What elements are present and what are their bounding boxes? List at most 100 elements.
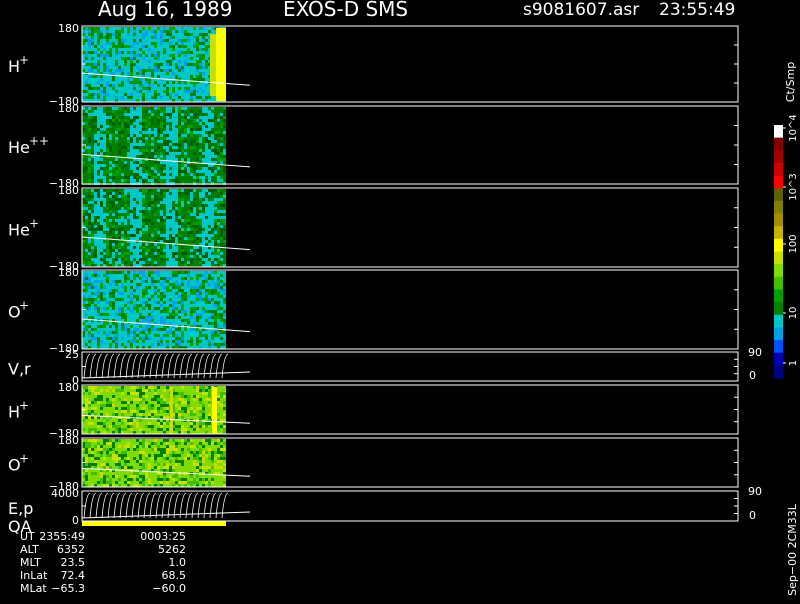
- spectrogram-cell: [157, 128, 160, 131]
- spectrogram-cell: [193, 210, 196, 213]
- spectrogram-cell: [205, 33, 208, 36]
- spectrogram-cell: [220, 195, 223, 198]
- spectrogram-cell: [160, 143, 163, 146]
- spectrogram-cell: [124, 39, 127, 42]
- spectrogram-cell: [154, 258, 157, 261]
- spectrogram-cell: [115, 240, 118, 243]
- spectrogram-cell: [163, 261, 166, 264]
- spectrogram-cell: [124, 189, 127, 192]
- spectrogram-cell: [190, 216, 193, 219]
- spectrogram-cell: [121, 122, 124, 125]
- spectrogram-cell: [214, 110, 217, 113]
- spectrogram-cell: [160, 337, 163, 340]
- spectrogram-cell: [157, 213, 160, 216]
- spectrogram-cell: [145, 27, 148, 30]
- spectrogram-cell: [181, 167, 184, 170]
- spectrogram-cell: [133, 125, 136, 128]
- spectrogram-cell: [118, 161, 121, 164]
- spectrogram-cell: [121, 337, 124, 340]
- spectrogram-cell: [85, 189, 88, 192]
- spectrogram-cell: [130, 84, 133, 87]
- spectrogram-cell: [211, 331, 214, 334]
- spectrogram-cell: [145, 33, 148, 36]
- spectrogram-cell: [103, 60, 106, 63]
- spectrogram-cell: [199, 116, 202, 119]
- spectrogram-cell: [181, 240, 184, 243]
- spectrogram-cell: [169, 66, 172, 69]
- spectrogram-cell: [196, 164, 199, 167]
- spectrogram-cell: [97, 201, 100, 204]
- spectrogram-cell: [190, 39, 193, 42]
- spectrogram-cell: [178, 189, 181, 192]
- spectrogram-cell: [190, 33, 193, 36]
- spectrogram-cell: [136, 57, 139, 60]
- spectrogram-cell: [199, 167, 202, 170]
- spectrogram-cell: [184, 152, 187, 155]
- spectrogram-cell: [181, 48, 184, 51]
- spectrogram-cell: [220, 319, 223, 322]
- spectrogram-cell: [193, 60, 196, 63]
- spectrogram-cell: [145, 39, 148, 42]
- spectrogram-cell: [214, 304, 217, 307]
- spectrogram-cell: [100, 167, 103, 170]
- spectrogram-cell: [124, 173, 127, 176]
- spectrogram-cell: [94, 152, 97, 155]
- spectrogram-cell: [187, 219, 190, 222]
- spectrogram-cell: [94, 149, 97, 152]
- spectrogram-cell: [154, 48, 157, 51]
- spectrogram-cell: [178, 107, 181, 110]
- spectrogram-cell: [172, 158, 175, 161]
- spectrogram-cell: [160, 57, 163, 60]
- spectrogram-cell: [199, 33, 202, 36]
- spectrogram-cell: [91, 304, 94, 307]
- spectrogram-cell: [106, 78, 109, 81]
- spectrogram-cell: [175, 45, 178, 48]
- spectrogram-cell: [118, 225, 121, 228]
- spectrogram-cell: [220, 170, 223, 173]
- spectrogram-cell: [112, 331, 115, 334]
- spectrogram-cell: [148, 249, 151, 252]
- spectrogram-cell: [130, 252, 133, 255]
- spectrogram-cell: [133, 87, 136, 90]
- spectrogram-cell: [169, 143, 172, 146]
- spectrogram-cell: [109, 78, 112, 81]
- spectrogram-cell: [145, 128, 148, 131]
- spectrogram-cell: [187, 274, 190, 277]
- spectrogram-cell: [196, 87, 199, 90]
- spectrogram-cell: [196, 213, 199, 216]
- spectrogram-cell: [103, 204, 106, 207]
- spectrogram-cell: [178, 158, 181, 161]
- spectrogram-cell: [121, 116, 124, 119]
- spectrogram-cell: [121, 286, 124, 289]
- spectrogram-cell: [196, 113, 199, 116]
- spectrogram-cell: [184, 292, 187, 295]
- spectrogram-cell: [91, 158, 94, 161]
- spectrogram-cell: [160, 210, 163, 213]
- spectrogram-cell: [109, 149, 112, 152]
- spectrogram-cell: [187, 110, 190, 113]
- spectrogram-cell: [130, 271, 133, 274]
- spectrogram-cell: [148, 33, 151, 36]
- spectrogram-cell: [205, 87, 208, 90]
- spectrogram-cell: [172, 84, 175, 87]
- spectrogram-cell: [133, 27, 136, 30]
- spectrogram-cell: [115, 39, 118, 42]
- spectrogram-cell: [109, 240, 112, 243]
- spectrogram-cell: [184, 198, 187, 201]
- spectrogram-cell: [109, 146, 112, 149]
- spectrogram-cell: [94, 27, 97, 30]
- spectrogram-cell: [163, 201, 166, 204]
- spectrogram-cell: [148, 280, 151, 283]
- spectrogram-cell: [187, 310, 190, 313]
- spectrogram-cell: [130, 60, 133, 63]
- spectrogram-cell: [109, 93, 112, 96]
- spectrogram-cell: [118, 343, 121, 346]
- spectrogram-cell: [103, 258, 106, 261]
- spectrogram-cell: [142, 301, 145, 304]
- spectrogram-cell: [91, 122, 94, 125]
- spectrogram-cell: [169, 237, 172, 240]
- spectrogram-cell: [199, 155, 202, 158]
- spectrogram-cell: [88, 93, 91, 96]
- spectrogram-cell: [205, 134, 208, 137]
- spectrogram-cell: [142, 307, 145, 310]
